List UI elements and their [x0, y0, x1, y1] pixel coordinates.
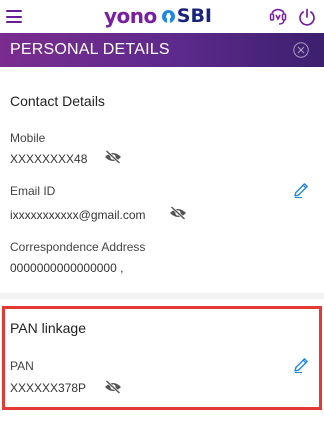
- address-label: Correspondence Address: [10, 240, 146, 254]
- mobile-label: Mobile: [10, 131, 46, 145]
- page-title: PERSONAL DETAILS: [10, 41, 170, 58]
- pan-linkage-title: PAN linkage: [10, 320, 87, 336]
- eye-off-icon[interactable]: [104, 380, 122, 394]
- pencil-icon[interactable]: [292, 356, 310, 374]
- pan-label: PAN: [10, 359, 34, 373]
- contact-details-title: Contact Details: [10, 93, 105, 109]
- assistant-icon[interactable]: [268, 7, 288, 27]
- email-label: Email ID: [10, 184, 56, 198]
- yono-sbi-logo: yono SBI: [104, 4, 212, 28]
- top-bar: yono SBI: [0, 0, 324, 32]
- email-value: ixxxxxxxxxxx@gmail.com: [10, 208, 146, 222]
- section-divider: [0, 293, 324, 299]
- pan-value: XXXXXX378P: [10, 381, 87, 395]
- sbi-logo-icon: [161, 9, 175, 23]
- close-icon[interactable]: [293, 42, 309, 58]
- mobile-value: XXXXXXXX48: [10, 152, 88, 166]
- eye-off-icon[interactable]: [104, 150, 122, 164]
- page-header: PERSONAL DETAILS: [0, 33, 324, 67]
- pencil-icon[interactable]: [292, 181, 310, 199]
- logo-yono-text: yono: [104, 4, 157, 28]
- address-value: 0000000000000000 ,: [10, 261, 124, 275]
- menu-icon[interactable]: [6, 10, 22, 23]
- eye-off-icon[interactable]: [169, 206, 187, 220]
- logo-sbi-text: SBI: [176, 5, 213, 27]
- power-icon[interactable]: [297, 7, 317, 27]
